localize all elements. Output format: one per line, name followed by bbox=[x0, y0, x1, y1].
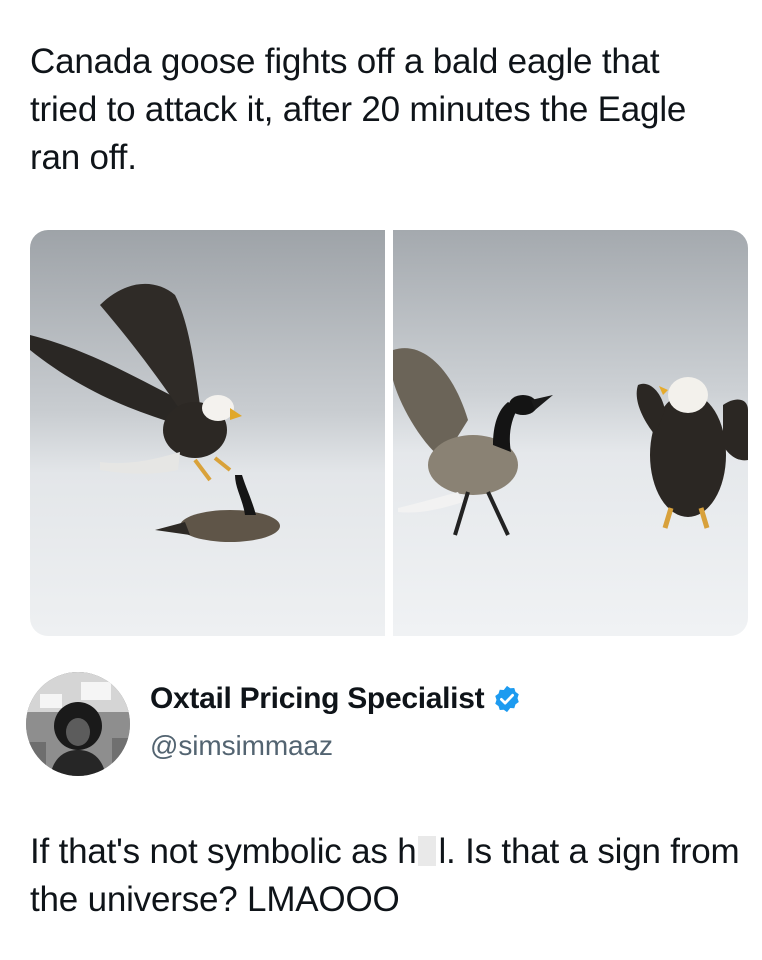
media-photo-goose-confronts-eagle[interactable] bbox=[393, 230, 748, 636]
media-photo-eagle-attack[interactable] bbox=[30, 230, 385, 636]
goose-eagle-photo bbox=[393, 230, 748, 636]
author-handle[interactable]: @simsimmaaz bbox=[150, 730, 333, 762]
reply-author[interactable]: Oxtail Pricing Specialist @simsimmaaz bbox=[26, 668, 746, 778]
avatar[interactable] bbox=[26, 672, 130, 776]
post-text: Canada goose fights off a bald eagle tha… bbox=[30, 42, 687, 177]
censor-block bbox=[418, 836, 437, 866]
reply-text-start: If that's not symbolic as h bbox=[30, 832, 417, 871]
verified-badge-icon bbox=[495, 685, 520, 713]
reply-text: If that's not symbolic as h l. Is that a … bbox=[30, 828, 750, 924]
avatar-photo bbox=[26, 672, 130, 776]
author-display-name[interactable]: Oxtail Pricing Specialist bbox=[150, 682, 485, 716]
name-row: Oxtail Pricing Specialist bbox=[150, 682, 522, 716]
eagle-attack-photo bbox=[30, 230, 385, 636]
post-media-grid[interactable] bbox=[30, 230, 748, 636]
